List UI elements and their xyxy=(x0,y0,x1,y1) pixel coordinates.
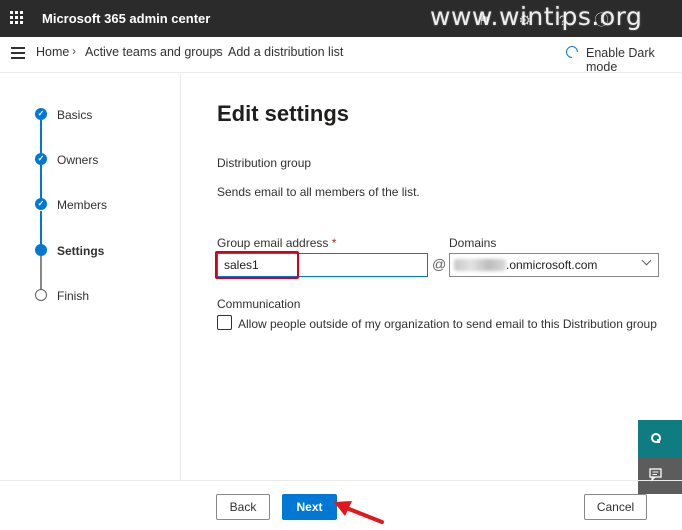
cancel-button[interactable]: Cancel xyxy=(584,494,647,520)
breadcrumb-home[interactable]: Home xyxy=(36,45,69,59)
step-settings[interactable]: Settings xyxy=(57,244,104,258)
allow-external-checkbox[interactable] xyxy=(217,315,232,330)
page-title: Edit settings xyxy=(217,101,350,126)
red-arrow-icon xyxy=(334,501,384,524)
group-type-description: Sends email to all members of the list. xyxy=(217,185,420,199)
step-connector xyxy=(40,120,42,154)
required-mark: * xyxy=(331,236,337,250)
breadcrumb-current: Add a distribution list xyxy=(228,45,344,59)
email-label: Group email address * xyxy=(217,236,336,250)
check-icon: ✓ xyxy=(35,108,47,120)
check-icon: ✓ xyxy=(35,153,47,165)
feedback-button[interactable] xyxy=(638,457,682,494)
breadcrumb-active-teams[interactable]: Active teams and groups xyxy=(85,45,223,59)
step-members[interactable]: Members xyxy=(57,198,107,212)
step-owners[interactable]: Owners xyxy=(57,153,98,167)
step-connector xyxy=(40,211,42,245)
highlight-box xyxy=(215,251,299,279)
domains-label: Domains xyxy=(449,236,497,250)
dark-mode-toggle[interactable]: Enable Dark mode xyxy=(586,46,682,74)
communication-label: Communication xyxy=(217,297,301,311)
help-button[interactable] xyxy=(638,420,682,457)
watermark: www.wintips.org xyxy=(430,2,643,31)
group-type-label: Distribution group xyxy=(217,156,312,170)
step-basics[interactable]: Basics xyxy=(57,108,92,122)
next-button[interactable]: Next xyxy=(282,494,337,520)
app-title: Microsoft 365 admin center xyxy=(42,11,211,26)
allow-external-label: Allow people outside of my organization … xyxy=(238,317,657,331)
app-launcher-icon[interactable] xyxy=(10,11,24,25)
chevron-right-icon: › xyxy=(72,44,76,58)
domain-value: .onmicrosoft.com xyxy=(506,258,598,272)
chat-icon xyxy=(649,468,662,482)
step-connector xyxy=(40,165,42,199)
wizard-stepper: ✓ Basics ✓ Owners ✓ Members Settings Fin… xyxy=(0,74,181,480)
step-connector xyxy=(40,256,42,290)
pending-step-icon xyxy=(35,289,47,301)
chevron-right-icon: › xyxy=(215,44,219,58)
blurred-tenant-name xyxy=(454,259,506,271)
at-sign: @ xyxy=(432,256,447,272)
moon-icon xyxy=(563,43,581,61)
email-label-text: Group email address xyxy=(217,236,329,250)
step-finish: Finish xyxy=(57,289,90,303)
top-bar: Microsoft 365 admin center ⚑ ⚙ ? ⓘ www.w… xyxy=(0,0,682,37)
menu-icon[interactable] xyxy=(11,47,25,59)
breadcrumb-bar: Home › Active teams and groups › Add a d… xyxy=(0,37,682,74)
footer-divider xyxy=(0,480,682,481)
headset-icon xyxy=(651,433,661,443)
check-icon: ✓ xyxy=(35,198,47,210)
current-step-icon xyxy=(35,244,47,256)
back-button[interactable]: Back xyxy=(216,494,270,520)
